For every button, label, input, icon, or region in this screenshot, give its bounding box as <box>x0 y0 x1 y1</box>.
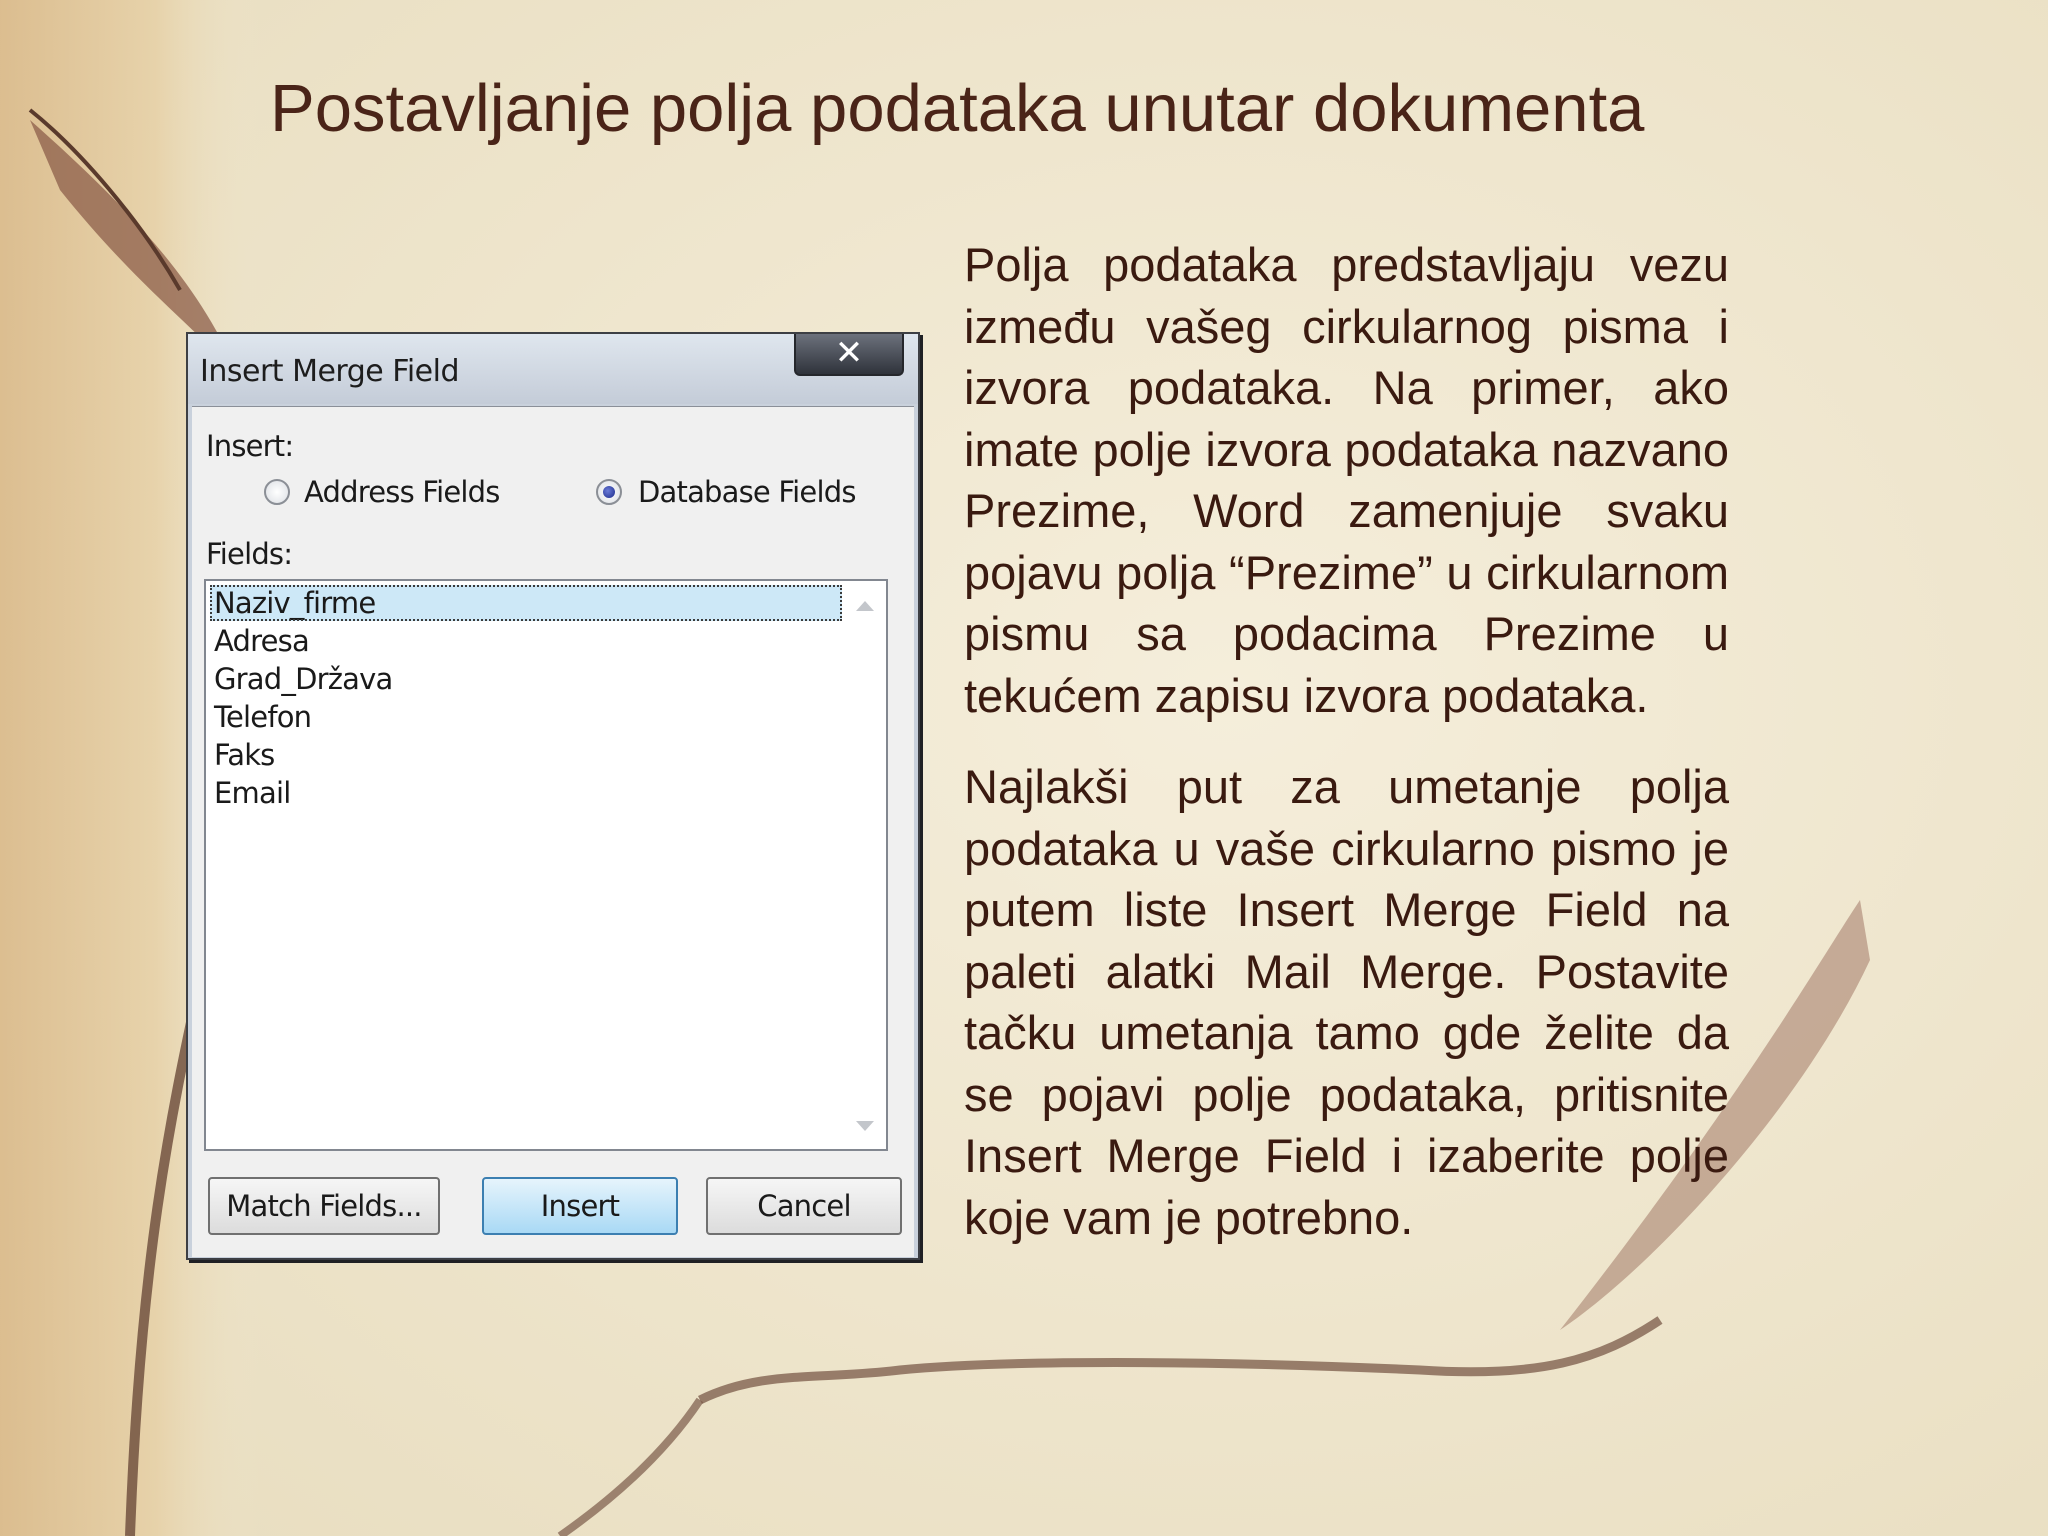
insert-label: Insert: <box>206 429 294 463</box>
database-fields-radio[interactable] <box>596 479 622 505</box>
fields-listbox[interactable]: Naziv_firme Adresa Grad_Država Telefon F… <box>204 579 888 1151</box>
dialog-title: Insert Merge Field <box>200 354 460 389</box>
dialog-titlebar[interactable]: Insert Merge Field ✕ <box>188 334 918 404</box>
cancel-button[interactable]: Cancel <box>706 1177 902 1235</box>
list-item-email[interactable]: Email <box>210 775 291 811</box>
paragraph-1: Polja podataka predstavljaju vezu između… <box>964 238 1729 722</box>
list-item-naziv-firme[interactable]: Naziv_firme <box>210 585 842 621</box>
list-item-telefon[interactable]: Telefon <box>210 699 312 735</box>
scroll-down-arrow-icon[interactable] <box>856 1121 874 1131</box>
x-close-icon: ✕ <box>834 333 864 373</box>
address-fields-radio[interactable] <box>264 479 290 505</box>
slide-body-text: Polja podataka predstavljaju vezu između… <box>964 234 1729 1278</box>
insert-merge-field-dialog: Insert Merge Field ✕ Insert: Address Fie… <box>186 332 920 1260</box>
match-fields-button[interactable]: Match Fields... <box>208 1177 440 1235</box>
list-item-adresa[interactable]: Adresa <box>210 623 310 659</box>
paragraph-2: Najlakši put za umetanje polja podataka … <box>964 760 1729 1244</box>
scroll-up-arrow-icon[interactable] <box>856 601 874 611</box>
database-fields-label[interactable]: Database Fields <box>638 475 856 509</box>
dialog-body: Insert: Address Fields Database Fields F… <box>192 406 914 1257</box>
fields-label: Fields: <box>206 537 293 571</box>
list-item-grad-drzava[interactable]: Grad_Država <box>210 661 393 697</box>
address-fields-label[interactable]: Address Fields <box>304 475 500 509</box>
list-item-faks[interactable]: Faks <box>210 737 275 773</box>
slide-title: Postavljanje polja podataka unutar dokum… <box>270 71 1645 146</box>
insert-button[interactable]: Insert <box>482 1177 678 1235</box>
close-button[interactable]: ✕ <box>794 334 904 376</box>
